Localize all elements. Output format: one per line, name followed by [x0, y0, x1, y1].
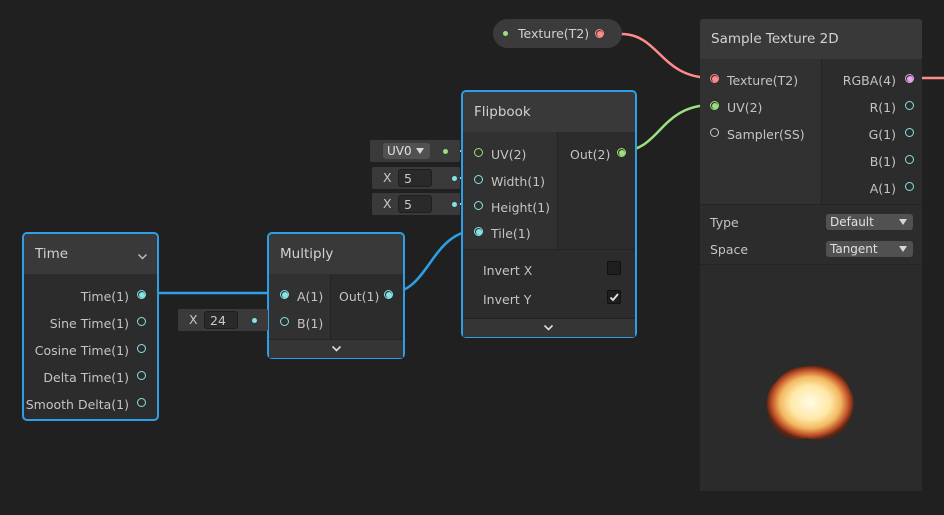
g-output-label: G(1)	[868, 127, 896, 142]
width-default-dot-icon	[452, 176, 457, 181]
invert-y-checkbox[interactable]	[607, 290, 621, 304]
time-node[interactable]: Time Time(1) Sine Time(1) Cosine Time(1)…	[22, 232, 159, 421]
uv-input-port[interactable]	[710, 101, 719, 110]
chevron-down-icon	[544, 325, 553, 331]
flipbook-options-separator	[463, 249, 635, 250]
height-value-input[interactable]: 5	[398, 195, 432, 213]
texture-input-label: Texture(T2)	[727, 73, 799, 88]
texture-preview	[700, 266, 922, 491]
type-dropdown[interactable]: Default	[826, 214, 913, 230]
space-dropdown-value: Tangent	[830, 242, 878, 256]
texture-property-label: Texture(T2)	[518, 26, 590, 41]
chevron-down-icon	[332, 346, 341, 352]
height-axis-label: X	[383, 196, 392, 211]
dropdown-arrow-icon	[416, 148, 424, 154]
flipbook-uv-label: UV(2)	[491, 147, 527, 162]
invert-x-label: Invert X	[483, 263, 533, 278]
explosion-preview-icon	[766, 365, 854, 440]
flipbook-tile-label: Tile(1)	[491, 226, 531, 241]
flipbook-title: Flipbook	[463, 92, 635, 132]
settings-separator	[700, 204, 922, 205]
smooth-delta-label: Smooth Delta(1)	[25, 397, 129, 412]
flipbook-collapse-bar[interactable]	[463, 318, 635, 337]
width-axis-label: X	[383, 170, 392, 185]
b-value-input[interactable]: 24	[204, 311, 238, 329]
g-output-port[interactable]	[905, 128, 914, 137]
invert-y-label: Invert Y	[483, 292, 532, 307]
flipbook-uv-port[interactable]	[474, 148, 483, 157]
rgba-output-port[interactable]	[905, 74, 914, 83]
time-output-label: Time(1)	[80, 289, 129, 304]
flipbook-out-port[interactable]	[617, 148, 626, 157]
sampler-input-label: Sampler(SS)	[727, 127, 805, 142]
flipbook-tile-port[interactable]	[474, 227, 483, 236]
rgba-output-label: RGBA(4)	[842, 73, 896, 88]
uv-default-field[interactable]: UV0	[370, 140, 460, 162]
delta-time-label: Delta Time(1)	[43, 370, 129, 385]
b-output-label: B(1)	[869, 154, 896, 169]
a-output-port[interactable]	[905, 182, 914, 191]
multiply-divider	[330, 274, 331, 339]
type-label: Type	[710, 215, 739, 230]
height-default-dot-icon	[452, 202, 457, 207]
type-dropdown-value: Default	[830, 215, 874, 229]
sample-texture-2d-node[interactable]: Sample Texture 2D Texture(T2) UV(2) Samp…	[700, 19, 922, 491]
check-icon	[609, 293, 619, 302]
sample-texture-title: Sample Texture 2D	[700, 19, 922, 59]
width-default-field[interactable]: X 5	[372, 167, 460, 189]
texture-property-output-port[interactable]	[595, 29, 604, 38]
multiply-out-port[interactable]	[384, 290, 393, 299]
width-value-input[interactable]: 5	[398, 169, 432, 187]
uv-default-dot-icon	[443, 149, 448, 154]
preview-separator	[700, 264, 922, 265]
uv-channel-dropdown[interactable]: UV0	[383, 143, 430, 159]
uv-input-label: UV(2)	[727, 100, 763, 115]
texture-property-node[interactable]: Texture(T2)	[493, 19, 622, 48]
space-dropdown[interactable]: Tangent	[826, 241, 913, 257]
multiply-node[interactable]: Multiply A(1) B(1) Out(1)	[267, 232, 405, 359]
b-axis-label: X	[189, 312, 198, 327]
r-output-label: R(1)	[869, 100, 896, 115]
multiply-title: Multiply	[269, 234, 403, 274]
flipbook-height-label: Height(1)	[491, 200, 551, 215]
sine-time-port[interactable]	[137, 317, 146, 326]
sine-time-label: Sine Time(1)	[49, 316, 129, 331]
flipbook-divider	[557, 132, 558, 249]
cosine-time-label: Cosine Time(1)	[34, 343, 129, 358]
uv-channel-value: UV0	[387, 144, 412, 158]
cosine-time-port[interactable]	[137, 344, 146, 353]
b-default-dot-icon	[252, 318, 257, 323]
b-default-field[interactable]: X 24	[178, 309, 268, 331]
sample-texture-divider	[821, 59, 822, 204]
dropdown-arrow-icon	[899, 219, 907, 225]
delta-time-port[interactable]	[137, 371, 146, 380]
multiply-a-port[interactable]	[280, 290, 289, 299]
flipbook-out-label: Out(2)	[570, 147, 611, 162]
b-output-port[interactable]	[905, 155, 914, 164]
multiply-a-label: A(1)	[297, 289, 324, 304]
wire-texture	[620, 32, 713, 80]
time-output-port[interactable]	[137, 290, 146, 299]
dropdown-arrow-icon	[899, 246, 907, 252]
multiply-b-port[interactable]	[280, 317, 289, 326]
multiply-out-label: Out(1)	[339, 289, 380, 304]
space-label: Space	[710, 242, 749, 257]
texture-input-port[interactable]	[710, 74, 719, 83]
a-output-label: A(1)	[869, 181, 896, 196]
property-dot-icon	[503, 31, 508, 36]
flipbook-width-label: Width(1)	[491, 174, 546, 189]
height-default-field[interactable]: X 5	[372, 193, 460, 215]
multiply-collapse-bar[interactable]	[269, 339, 403, 358]
flipbook-width-port[interactable]	[474, 175, 483, 184]
smooth-delta-port[interactable]	[137, 398, 146, 407]
invert-x-checkbox[interactable]	[607, 261, 621, 275]
sampler-input-port[interactable]	[710, 128, 719, 137]
multiply-b-label: B(1)	[297, 316, 324, 331]
chevron-down-icon[interactable]	[138, 254, 147, 260]
r-output-port[interactable]	[905, 101, 914, 110]
flipbook-node[interactable]: Flipbook UV(2) Width(1) Height(1) Tile(1…	[461, 90, 637, 338]
flipbook-height-port[interactable]	[474, 201, 483, 210]
